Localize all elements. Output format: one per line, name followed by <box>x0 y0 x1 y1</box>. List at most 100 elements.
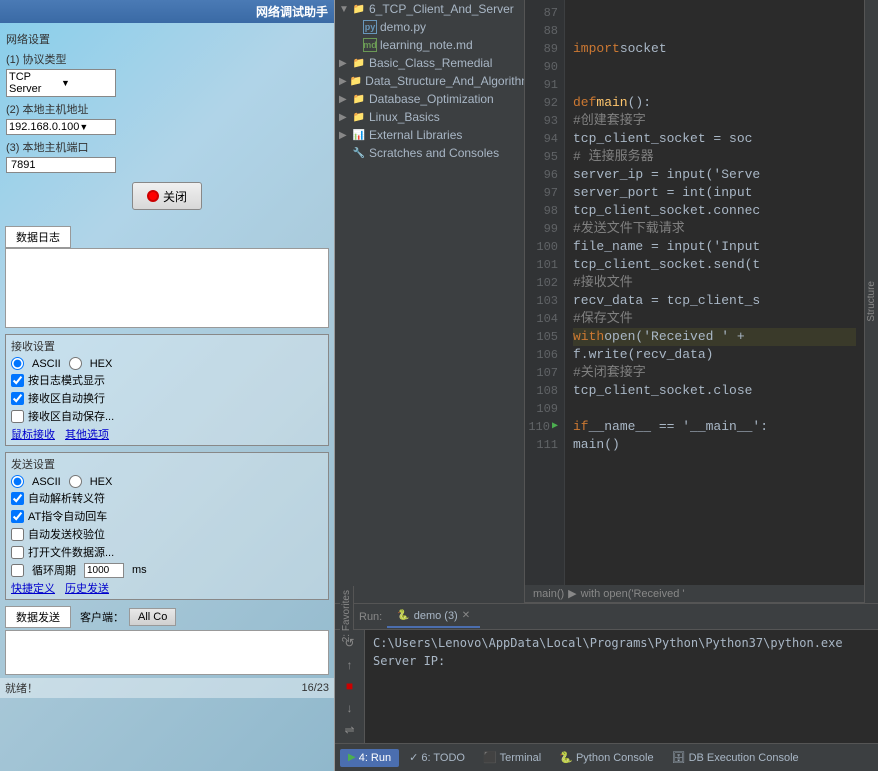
line-numbers: 8788899091929394959697989910010110210310… <box>525 0 565 585</box>
play-icon: ▶ <box>348 752 356 763</box>
tree-item-dsa[interactable]: ▶ 📁 Data_Structure_And_Algorithm <box>335 72 524 90</box>
favorites-label: 2: Favorites <box>341 586 352 646</box>
arrow-basic: ▶ <box>339 58 349 69</box>
db-execution-toolbar-btn[interactable]: 🗄 DB Execution Console <box>664 748 807 767</box>
bottom-toolbar: ▶ 4: Run ✓ 6: TODO ⬛ Terminal 🐍 Python C… <box>335 743 878 771</box>
cycle-unit: ms <box>132 564 147 576</box>
close-connection-button[interactable]: 关闭 <box>132 182 202 210</box>
run-scroll-up-button[interactable]: ↑ <box>340 656 360 674</box>
python-console-toolbar-btn[interactable]: 🐍 Python Console <box>551 748 661 767</box>
send-input-area[interactable] <box>5 630 329 675</box>
tree-item-ext-lib[interactable]: ▶ 📊 External Libraries <box>335 126 524 144</box>
terminal-label: Terminal <box>500 752 542 764</box>
cycle-checkbox[interactable] <box>11 564 24 577</box>
md-icon: md <box>363 38 377 52</box>
log-mode-checkbox[interactable] <box>11 374 24 387</box>
hist-send-link[interactable]: 历史发送 <box>65 580 109 596</box>
run-label: Run: <box>354 611 387 623</box>
log-content <box>5 248 329 328</box>
tree-item-basic[interactable]: ▶ 📁 Basic_Class_Remedial <box>335 54 524 72</box>
counter-text: 16/23 <box>301 682 329 694</box>
run-panel: 2: Favorites Run: 🐍 demo (3) ✕ ↺ ↑ ■ ↓ ⇌… <box>335 603 878 743</box>
breadcrumb-with: with open('Received ' <box>581 588 685 600</box>
structure-tab[interactable]: Structure <box>864 0 878 603</box>
todo-icon: ✓ <box>409 751 418 764</box>
run-toolbar-btn[interactable]: ▶ 4: Run <box>340 749 399 767</box>
auto-save-checkbox[interactable] <box>11 410 24 423</box>
local-addr-dropdown-arrow: ▼ <box>79 122 113 132</box>
open-file-checkbox[interactable] <box>11 546 24 559</box>
log-mode-row: 按日志模式显示 <box>11 372 323 388</box>
local-port-input[interactable] <box>6 157 116 173</box>
recv-hex-radio[interactable] <box>69 357 82 370</box>
code-content[interactable]: import socket def main(): #创建套接字 tcp_cli… <box>565 0 864 585</box>
stop-icon <box>147 190 159 202</box>
code-structure-container: 8788899091929394959697989910010110210310… <box>525 0 878 603</box>
recv-hex-label: HEX <box>90 358 113 370</box>
run-stop-button[interactable]: ■ <box>340 678 360 696</box>
tree-label-linux: Linux_Basics <box>369 110 440 124</box>
run-scroll-down-button[interactable]: ↓ <box>340 699 360 717</box>
other-options-link[interactable]: 其他选项 <box>65 426 109 442</box>
local-addr-label: (2) 本地主机地址 <box>6 101 328 117</box>
receive-links-row: 鼠标接收 其他选项 <box>11 426 323 442</box>
run-tab-close-icon[interactable]: ✕ <box>462 610 470 621</box>
at-auto-return-label: AT指令自动回车 <box>28 508 107 524</box>
receive-encoding-row: ASCII HEX <box>11 357 323 370</box>
auto-wrap-checkbox[interactable] <box>11 392 24 405</box>
tree-label-basic: Basic_Class_Remedial <box>369 56 492 70</box>
run-wrap-button[interactable]: ⇌ <box>340 721 360 739</box>
recv-ascii-radio[interactable] <box>11 357 24 370</box>
tree-item-learning-note[interactable]: md learning_note.md <box>335 36 524 54</box>
tree-label-ext-lib: External Libraries <box>369 128 462 142</box>
terminal-icon: ⬛ <box>483 751 497 764</box>
title-text: 网络调试助手 <box>256 5 328 19</box>
data-log-tab[interactable]: 数据日志 <box>5 226 71 248</box>
breadcrumb-arrow: ▶ <box>568 587 576 600</box>
tree-label-dsa: Data_Structure_And_Algorithm <box>365 74 525 88</box>
at-auto-return-checkbox[interactable] <box>11 510 24 523</box>
auto-escape-row: 自动解析转义符 <box>11 490 323 506</box>
tree-item-linux[interactable]: ▶ 📁 Linux_Basics <box>335 108 524 126</box>
protocol-dropdown-arrow: ▼ <box>61 78 113 88</box>
send-encoding-row: ASCII HEX <box>11 475 323 488</box>
auto-check-checkbox[interactable] <box>11 528 24 541</box>
client-label: 客户端： <box>80 609 124 625</box>
local-addr-select[interactable]: 192.168.0.100 ▼ <box>6 119 116 135</box>
data-send-tab[interactable]: 数据发送 <box>5 606 71 628</box>
tree-item-demo-py[interactable]: py demo.py <box>335 18 524 36</box>
all-co-button[interactable]: All Co <box>129 608 176 626</box>
terminal-toolbar-btn[interactable]: ⬛ Terminal <box>475 748 549 767</box>
folder-icon-linux: 📁 <box>352 110 366 124</box>
auto-escape-checkbox[interactable] <box>11 492 24 505</box>
open-file-label: 打开文件数据源... <box>28 544 114 560</box>
favorites-tab[interactable]: 2: Favorites <box>340 586 354 646</box>
title-bar: 网络调试助手 <box>0 0 334 23</box>
send-hex-label: HEX <box>90 476 113 488</box>
cycle-value-input[interactable] <box>84 563 124 578</box>
tree-item-db[interactable]: ▶ 📁 Database_Optimization <box>335 90 524 108</box>
run-toolbar-label: 4: Run <box>359 752 391 764</box>
tree-item-scratches[interactable]: ▶ 🔧 Scratches and Consoles <box>335 144 524 162</box>
run-content: ↺ ↑ ■ ↓ ⇌ C:\Users\Lenovo\AppData\Local\… <box>335 630 878 743</box>
todo-toolbar-btn[interactable]: ✓ 6: TODO <box>401 748 473 767</box>
auto-wrap-label: 接收区自动换行 <box>28 390 105 406</box>
data-send-area: 数据发送 客户端： All Co <box>5 606 329 675</box>
send-hex-radio[interactable] <box>69 475 82 488</box>
folder-icon-tcp: 📁 <box>352 2 366 16</box>
quick-def-link[interactable]: 快捷定义 <box>11 580 55 596</box>
receive-settings: 接收设置 ASCII HEX 按日志模式显示 接收区自动换行 接 <box>5 334 329 446</box>
auto-wrap-row: 接收区自动换行 <box>11 390 323 406</box>
breadcrumb-main: main() <box>533 588 564 600</box>
cycle-row: 循环周期 ms <box>11 562 323 578</box>
auto-check-label: 自动发送校验位 <box>28 526 105 542</box>
tree-item-tcp[interactable]: ▼ 📁 6_TCP_Client_And_Server <box>335 0 524 18</box>
net-settings-section: 网络设置 (1) 协议类型 TCP Server ▼ (2) 本地主机地址 19… <box>0 23 334 223</box>
protocol-select[interactable]: TCP Server ▼ <box>6 69 116 97</box>
send-ascii-radio[interactable] <box>11 475 24 488</box>
shortcuts-link[interactable]: 鼠标接收 <box>11 426 55 442</box>
structure-label: Structure <box>866 277 877 326</box>
open-file-row: 打开文件数据源... <box>11 544 323 560</box>
run-demo-tab[interactable]: 🐍 demo (3) ✕ <box>387 606 480 628</box>
at-auto-return-row: AT指令自动回车 <box>11 508 323 524</box>
